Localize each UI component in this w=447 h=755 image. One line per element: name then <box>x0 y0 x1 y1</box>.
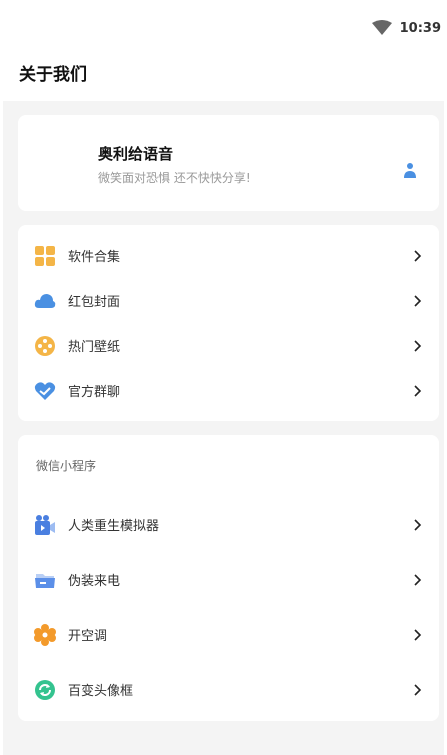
mini-program-item[interactable]: 开空调 <box>18 612 439 657</box>
menu-item-wallpaper[interactable]: 热门壁纸 <box>18 323 439 368</box>
cloud-icon <box>34 293 56 308</box>
film-reel-icon <box>35 335 55 356</box>
mini-programs-card: 微信小程序 人类重生模拟器 伪装来电 开空调 百变头像框 <box>18 435 439 721</box>
title-bar: 关于我们 <box>0 56 447 101</box>
chevron-right-icon <box>414 339 422 352</box>
heart-chat-icon <box>34 381 56 400</box>
video-camera-icon <box>35 514 55 535</box>
mini-program-item[interactable]: 伪装来电 <box>18 557 439 602</box>
menu-item-software[interactable]: 软件合集 <box>18 233 439 278</box>
mini-program-item[interactable]: 人类重生模拟器 <box>18 502 439 547</box>
chevron-right-icon <box>414 384 422 397</box>
chevron-right-icon <box>414 518 422 531</box>
flower-gear-icon <box>34 623 56 646</box>
wifi-icon <box>371 20 392 35</box>
mini-program-label: 人类重生模拟器 <box>68 519 160 534</box>
page-title: 关于我们 <box>19 65 87 85</box>
app-name: 奥利给语音 <box>98 145 174 163</box>
user-icon[interactable] <box>403 161 417 179</box>
profile-card: 奥利给语音 微笑面对恐惧 还不快快分享! <box>18 115 439 211</box>
menu-item-label: 红包封面 <box>68 295 121 310</box>
mini-program-label: 伪装来电 <box>68 574 121 589</box>
status-bar: 10:39 <box>0 0 447 56</box>
folder-icon <box>35 573 55 588</box>
chevron-right-icon <box>414 628 422 641</box>
menu-item-label: 官方群聊 <box>68 385 121 400</box>
refresh-circle-icon <box>35 679 55 700</box>
menu-item-group-chat[interactable]: 官方群聊 <box>18 368 439 413</box>
menu-item-label: 软件合集 <box>68 250 121 265</box>
status-time: 10:39 <box>399 20 441 36</box>
section-title: 微信小程序 <box>36 459 97 473</box>
chevron-right-icon <box>414 573 422 586</box>
content-area: 奥利给语音 微笑面对恐惧 还不快快分享! 软件合集 红包封面 热门壁纸 官方群聊… <box>3 101 444 755</box>
menu-item-red-packet[interactable]: 红包封面 <box>18 278 439 323</box>
menu-item-label: 热门壁纸 <box>68 340 121 355</box>
chevron-right-icon <box>414 249 422 262</box>
chevron-right-icon <box>414 294 422 307</box>
mini-program-item[interactable]: 百变头像框 <box>18 667 439 712</box>
mini-program-label: 开空调 <box>68 629 108 644</box>
app-slogan: 微笑面对恐惧 还不快快分享! <box>98 171 251 185</box>
menu-card: 软件合集 红包封面 热门壁纸 官方群聊 <box>18 225 439 421</box>
mini-program-label: 百变头像框 <box>68 684 134 699</box>
chevron-right-icon <box>414 683 422 696</box>
grid-apps-icon <box>35 245 55 266</box>
